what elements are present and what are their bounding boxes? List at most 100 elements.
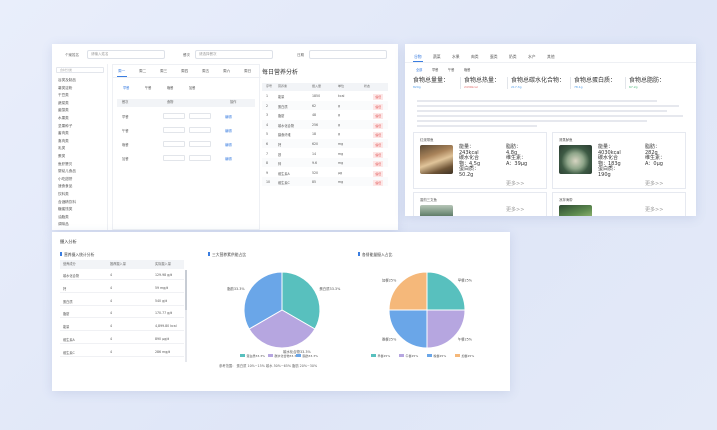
sidebar-item[interactable]: 蔬菜类 xyxy=(58,101,69,106)
sidebar-item[interactable]: 糖蜜饯类 xyxy=(58,207,72,212)
more-link[interactable]: 更多>> xyxy=(506,206,524,213)
header-recommended: 推荐摄入量 xyxy=(110,262,126,266)
pie-slice-午餐[interactable] xyxy=(426,309,466,349)
meal-tab[interactable]: 午餐 xyxy=(145,85,151,90)
sidebar-item[interactable]: 小吃甜饼 xyxy=(58,177,72,182)
sidebar-item[interactable]: 坚果种子 xyxy=(58,124,72,129)
nutrition-cell: 10 xyxy=(266,180,271,185)
meal-tab[interactable]: 晚餐 xyxy=(167,85,173,90)
food-subtab[interactable]: 晚餐 xyxy=(464,67,470,72)
table-cell: 59 mg/d xyxy=(155,285,169,290)
pie-slice-晚餐[interactable] xyxy=(388,309,428,349)
more-link[interactable]: 更多>> xyxy=(506,180,524,187)
sidebar-item[interactable]: 薯类淀粉 xyxy=(58,86,72,91)
table-scrollbar[interactable] xyxy=(185,270,187,362)
table-row: 维生素A 4 890 μg/d xyxy=(60,333,184,344)
table-cell: 129.98 g/d xyxy=(155,273,173,277)
nutrition-cell: 1 xyxy=(266,94,269,98)
food-tab[interactable]: 肉类 xyxy=(471,54,479,60)
analysis-title: 摄入分析 xyxy=(60,239,77,244)
sidebar-item[interactable]: 含酒精饮料 xyxy=(58,200,76,205)
sidebar-item[interactable]: 调味品 xyxy=(58,222,69,227)
legend-swatch xyxy=(268,354,273,357)
food-selector[interactable] xyxy=(163,141,185,147)
day-tab[interactable]: 周五 xyxy=(202,69,209,74)
food-tab[interactable]: 谷物 xyxy=(414,54,422,60)
food-photo xyxy=(420,145,453,174)
sidebar-item[interactable]: 蛋类 xyxy=(58,154,65,159)
sidebar-item[interactable]: 干豆类 xyxy=(58,93,69,98)
more-link[interactable]: 更多>> xyxy=(645,180,663,187)
food-subtab[interactable]: 全部 xyxy=(416,67,422,72)
day-tab[interactable]: 周三 xyxy=(160,69,167,74)
nutrition-cell: 520 xyxy=(312,170,319,175)
nutrition-cell: mg xyxy=(338,151,344,156)
quantity-stepper[interactable] xyxy=(189,141,211,147)
sidebar-search-input[interactable]: 食材分类 xyxy=(56,67,104,73)
edit-link[interactable]: 编辑 xyxy=(225,142,232,147)
status-badge: 偏低 xyxy=(373,170,383,177)
food-selector[interactable] xyxy=(163,113,185,119)
nutrient-value: 190g xyxy=(598,172,611,178)
sidebar-item[interactable]: 禽肉类 xyxy=(58,139,69,144)
food-tab[interactable]: 蛋类 xyxy=(490,54,498,60)
legend-label[interactable]: 蛋白质33.3% xyxy=(247,353,266,358)
sidebar-item[interactable]: 水果类 xyxy=(58,116,69,121)
more-link[interactable]: 更多>> xyxy=(645,206,663,213)
edit-link[interactable]: 编辑 xyxy=(225,128,232,133)
legend-label[interactable]: 碳水化合物33.3% xyxy=(275,353,300,358)
day-tab[interactable]: 周一 xyxy=(118,69,125,74)
legend-label[interactable]: 脂肪33.3% xyxy=(303,353,319,358)
nutrition-header-name: 营养素 xyxy=(278,84,288,88)
edit-link[interactable]: 编辑 xyxy=(225,114,232,119)
sidebar-item[interactable]: 乳类 xyxy=(58,146,65,151)
sidebar-item[interactable]: 婴幼儿食品 xyxy=(58,169,76,174)
legend-label[interactable]: 晚餐25% xyxy=(434,353,447,358)
edit-link[interactable]: 编辑 xyxy=(225,156,232,161)
food-card[interactable]: 香煎三文鱼 更多>> xyxy=(413,192,547,216)
sidebar-item[interactable]: 鱼虾蟹贝 xyxy=(58,162,72,167)
food-subtab[interactable]: 早餐 xyxy=(432,67,438,72)
nutrition-cell: mg xyxy=(338,180,344,185)
table-cell: 4 xyxy=(110,311,113,316)
food-tab[interactable]: 水产 xyxy=(528,54,536,60)
stat-box: 食物总碳水化合物： 217.3g xyxy=(507,77,565,89)
food-tab[interactable]: 蔬菜 xyxy=(433,54,441,60)
legend-swatch xyxy=(399,354,404,357)
day-tab[interactable]: 周日 xyxy=(244,69,251,74)
sidebar-item[interactable]: 油脂类 xyxy=(58,215,69,220)
food-card[interactable]: 红烧带鱼 能量： 243kcal 碳水化合 物：4.5g 蛋白质： 50.2g 脂肪： 4.… xyxy=(413,132,547,189)
sidebar-item[interactable]: 速食食品 xyxy=(58,184,72,189)
nutrition-row: 1 能量 1850 kcal 偏低 xyxy=(262,91,388,100)
date-input[interactable] xyxy=(309,50,387,59)
food-tab[interactable]: 水果 xyxy=(452,54,460,60)
legend-label[interactable]: 早餐25% xyxy=(378,353,391,358)
quantity-stepper[interactable] xyxy=(189,113,211,119)
meal-select[interactable]: 请选择餐次 xyxy=(195,50,273,59)
food-card[interactable]: 清蒸鲈鱼 能量： 4030kcal 碳水化合 物：183g 蛋白质： 190g 脂肪： 28… xyxy=(552,132,686,189)
sidebar-item[interactable]: 畜肉类 xyxy=(58,131,69,136)
day-tab[interactable]: 周四 xyxy=(181,69,188,74)
day-tab[interactable]: 周二 xyxy=(139,69,146,74)
nutrition-cell: mg xyxy=(338,161,344,166)
name-search-input[interactable]: 请输入姓名 xyxy=(87,50,165,59)
food-tab[interactable]: 奶类 xyxy=(509,54,517,60)
food-tab[interactable]: 其他 xyxy=(547,54,555,60)
food-selector[interactable] xyxy=(163,155,185,161)
nutrition-cell: 脂肪 xyxy=(278,114,285,119)
sidebar-item[interactable]: 饮料类 xyxy=(58,192,69,197)
quantity-stepper[interactable] xyxy=(189,155,211,161)
meal-tab[interactable]: 早餐 xyxy=(123,85,129,90)
meal-editor: 周一 周二 周三 周四 周五 周六 周日 早餐 午餐 晚餐 加餐 餐次 食物 操作 早餐 编辑 午餐编… xyxy=(112,64,261,230)
day-tab[interactable]: 周六 xyxy=(223,69,230,74)
food-card[interactable]: 凉拌海带 更多>> xyxy=(552,192,686,216)
legend-label[interactable]: 午餐25% xyxy=(406,353,419,358)
food-subtab[interactable]: 午餐 xyxy=(448,67,454,72)
stat-label: 食物总量量： xyxy=(413,77,450,84)
quantity-stepper[interactable] xyxy=(189,127,211,133)
legend-label[interactable]: 加餐25% xyxy=(462,353,475,358)
meal-tab[interactable]: 加餐 xyxy=(189,85,195,90)
sidebar-item[interactable]: 菌藻类 xyxy=(58,108,69,113)
food-selector[interactable] xyxy=(163,127,185,133)
sidebar-item[interactable]: 谷类及制品 xyxy=(58,78,76,83)
